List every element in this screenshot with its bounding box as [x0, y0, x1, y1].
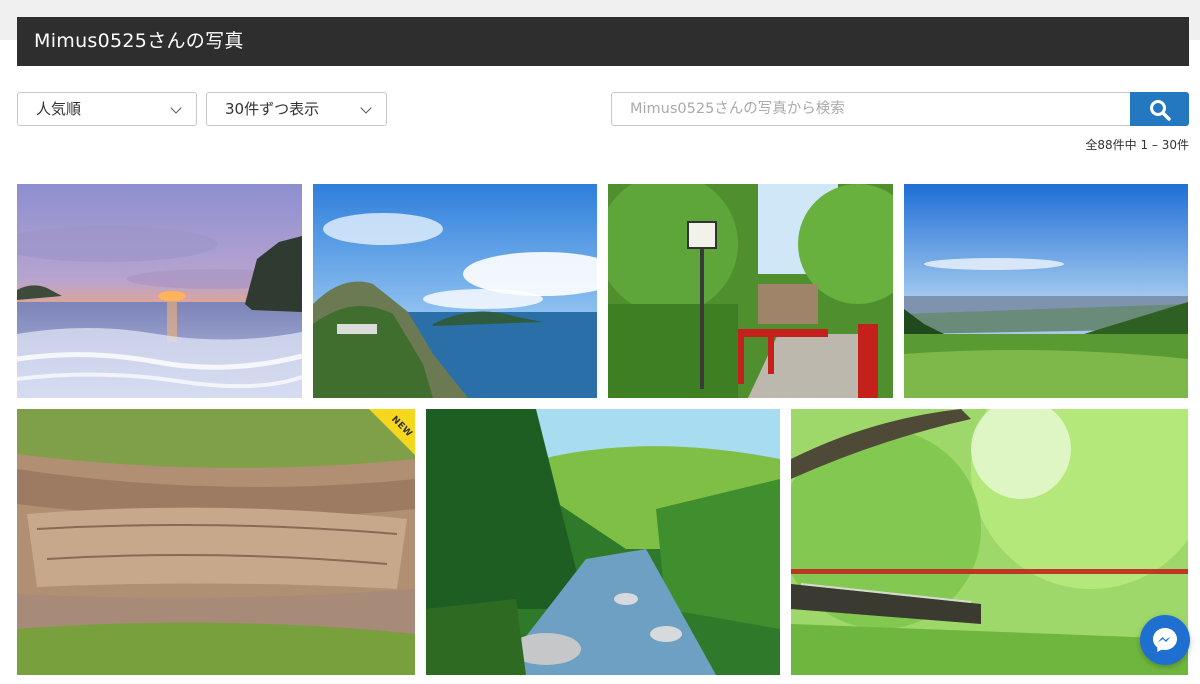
per-page-select[interactable]: 30件ずつ表示 [206, 92, 387, 126]
sort-select-value: 人気順 [36, 100, 82, 118]
chevron-down-icon [170, 102, 182, 114]
photo-red-bridge-lantern [608, 184, 893, 398]
photo-thumbnail[interactable] [791, 409, 1188, 675]
photo-sunset-sea [17, 184, 302, 398]
result-count: 全88件中 1 – 30件 [1085, 138, 1189, 152]
photo-thumbnail[interactable] [608, 184, 893, 398]
sort-select[interactable]: 人気順 [17, 92, 197, 126]
chevron-down-icon [360, 102, 372, 114]
photo-sea-cliff [313, 184, 597, 398]
search-icon [1150, 100, 1171, 121]
photo-thumbnail[interactable] [17, 409, 415, 675]
photo-thumbnail[interactable] [904, 184, 1188, 398]
photo-mountain-stream [426, 409, 780, 675]
photo-thumbnail[interactable] [426, 409, 780, 675]
photo-thumbnail[interactable] [313, 184, 597, 398]
per-page-select-value: 30件ずつ表示 [225, 100, 320, 118]
photo-mountain-vista [904, 184, 1188, 398]
search-input[interactable] [611, 92, 1131, 126]
page-title-bar: Mimus0525さんの写真 [17, 17, 1189, 66]
messenger-icon [1153, 628, 1177, 652]
photo-green-maple-bridge [791, 409, 1188, 675]
search-button[interactable] [1130, 92, 1189, 126]
photo-thumbnail[interactable] [17, 184, 302, 398]
page-title: Mimus0525さんの写真 [34, 30, 244, 52]
messenger-chat-button[interactable] [1140, 615, 1190, 665]
photo-mossy-rock [17, 409, 415, 675]
